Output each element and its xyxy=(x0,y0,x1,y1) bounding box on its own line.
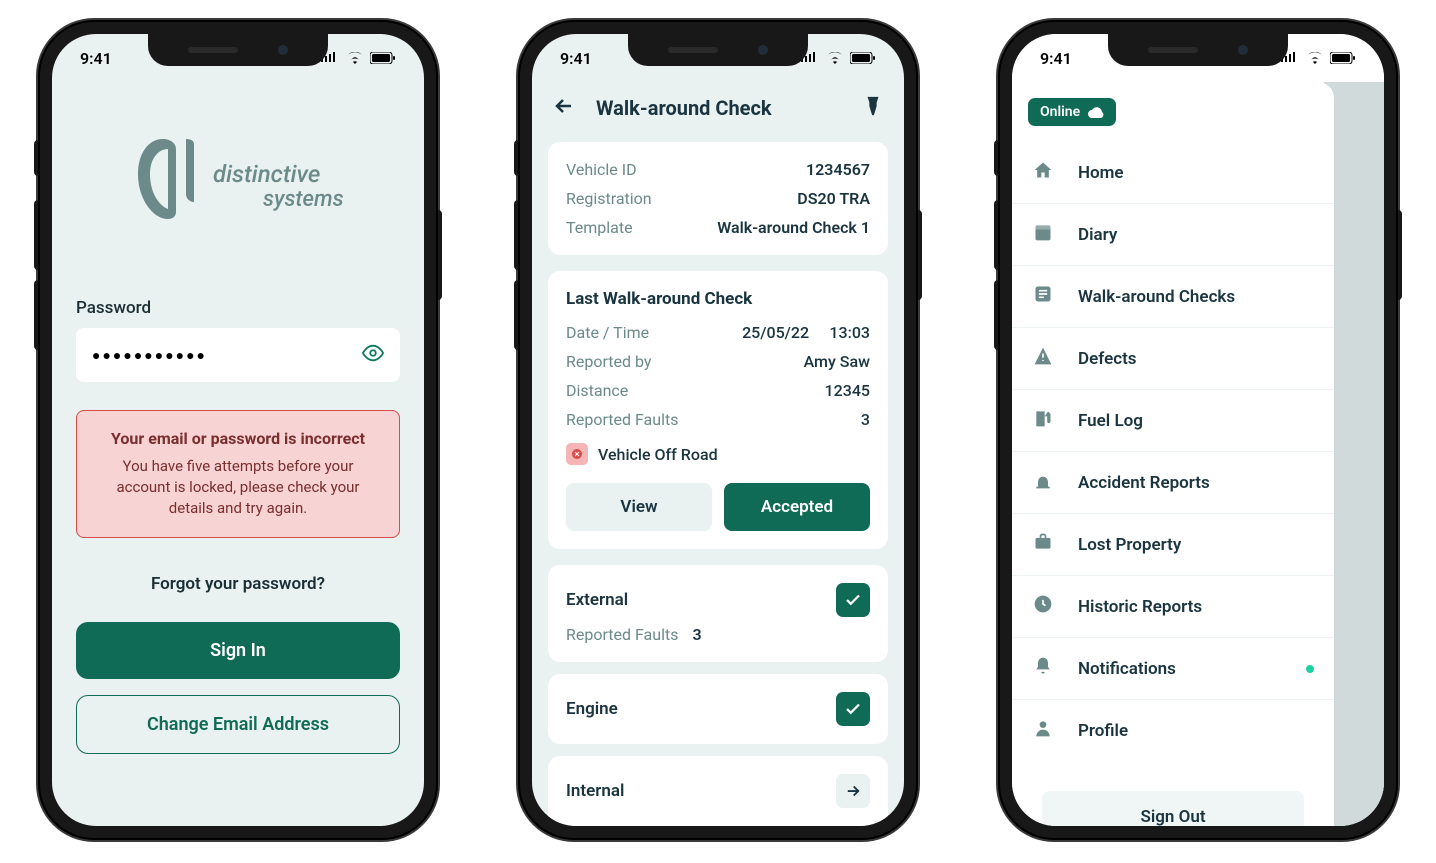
distance-value: 12345 xyxy=(825,381,870,400)
password-input[interactable]: ●●●●●●●●●●● xyxy=(76,328,400,382)
status-time: 9:41 xyxy=(1040,49,1072,68)
status-time: 9:41 xyxy=(80,49,112,68)
last-check-card: Last Walk-around Check Date / Time 25/05/… xyxy=(548,271,888,549)
distance-label: Distance xyxy=(566,381,628,400)
change-email-button[interactable]: Change Email Address xyxy=(76,695,400,754)
faults-value: 3 xyxy=(861,410,870,429)
cloud-icon xyxy=(1088,106,1104,118)
error-alert: Your email or password is incorrect You … xyxy=(76,410,400,538)
flashlight-icon[interactable] xyxy=(862,95,884,121)
section-external[interactable]: External Reported Faults 3 xyxy=(548,565,888,662)
menu-item-home[interactable]: Home xyxy=(1012,142,1334,204)
external-faults-label: Reported Faults xyxy=(566,625,678,644)
reportedby-value: Amy Saw xyxy=(804,352,870,371)
arrow-right-icon xyxy=(836,774,870,808)
menu-item-fuel[interactable]: Fuel Log xyxy=(1012,390,1334,452)
menu-item-diary[interactable]: Diary xyxy=(1012,204,1334,266)
registration-value: DS20 TRA xyxy=(797,189,870,208)
vehicle-info-card: Vehicle ID 1234567 Registration DS20 TRA T… xyxy=(548,142,888,255)
template-label: Template xyxy=(566,218,633,237)
siren-icon xyxy=(1032,470,1054,495)
section-external-title: External xyxy=(566,590,628,610)
datetime-value: 25/05/22 13:03 xyxy=(742,323,870,342)
password-label: Password xyxy=(76,298,400,318)
back-icon[interactable] xyxy=(552,94,576,122)
section-engine-title: Engine xyxy=(566,699,618,719)
clock-icon xyxy=(1032,594,1054,619)
section-internal-title: Internal xyxy=(566,781,624,801)
menu-item-notifications[interactable]: Notifications xyxy=(1012,638,1334,700)
check-icon xyxy=(836,692,870,726)
section-internal[interactable]: Internal xyxy=(548,756,888,826)
forgot-password-link[interactable]: Forgot your password? xyxy=(76,574,400,594)
eye-icon[interactable] xyxy=(362,342,384,368)
status-icons xyxy=(800,52,876,64)
status-time: 9:41 xyxy=(560,49,592,68)
checklist-icon xyxy=(1032,284,1054,309)
template-value: Walk-around Check 1 xyxy=(717,218,870,237)
fuel-icon xyxy=(1032,408,1054,433)
menu-item-lost[interactable]: Lost Property xyxy=(1012,514,1334,576)
menu-item-defects[interactable]: Defects xyxy=(1012,328,1334,390)
sign-in-button[interactable]: Sign In xyxy=(76,622,400,679)
vehicle-id-value: 1234567 xyxy=(806,160,870,179)
online-status-badge: Online xyxy=(1028,98,1116,126)
error-message: You have five attempts before your accou… xyxy=(95,456,381,519)
password-value: ●●●●●●●●●●● xyxy=(92,347,207,364)
calendar-icon xyxy=(1032,222,1054,247)
vehicle-id-label: Vehicle ID xyxy=(566,160,637,179)
error-title: Your email or password is incorrect xyxy=(95,429,381,448)
vor-text: Vehicle Off Road xyxy=(598,445,718,464)
last-check-heading: Last Walk-around Check xyxy=(566,289,870,309)
nav-drawer: Online Home Diary Walk-around Checks Def… xyxy=(1012,82,1334,826)
check-icon xyxy=(836,583,870,617)
section-engine[interactable]: Engine xyxy=(548,674,888,744)
briefcase-icon xyxy=(1032,532,1054,557)
svg-text:systems: systems xyxy=(263,187,344,212)
registration-label: Registration xyxy=(566,189,652,208)
brand-logo: distinctive systems xyxy=(76,124,400,248)
status-icons xyxy=(1280,52,1356,64)
person-icon xyxy=(1032,718,1054,743)
notification-dot xyxy=(1306,665,1314,673)
external-faults-count: 3 xyxy=(692,625,701,644)
menu-item-walkaround[interactable]: Walk-around Checks xyxy=(1012,266,1334,328)
reportedby-label: Reported by xyxy=(566,352,651,371)
warning-icon xyxy=(1032,346,1054,371)
home-icon xyxy=(1032,160,1054,185)
view-button[interactable]: View xyxy=(566,483,712,531)
faults-label: Reported Faults xyxy=(566,410,678,429)
status-icons xyxy=(320,52,396,64)
sign-out-button[interactable]: Sign Out xyxy=(1042,791,1304,826)
menu-item-historic[interactable]: Historic Reports xyxy=(1012,576,1334,638)
menu-item-accident[interactable]: Accident Reports xyxy=(1012,452,1334,514)
alert-icon xyxy=(566,443,588,465)
datetime-label: Date / Time xyxy=(566,323,649,342)
menu-item-profile[interactable]: Profile xyxy=(1012,700,1334,761)
svg-text:distinctive: distinctive xyxy=(213,160,320,188)
page-title: Walk-around Check xyxy=(596,96,772,120)
accepted-button[interactable]: Accepted xyxy=(724,483,870,531)
bell-icon xyxy=(1032,656,1054,681)
